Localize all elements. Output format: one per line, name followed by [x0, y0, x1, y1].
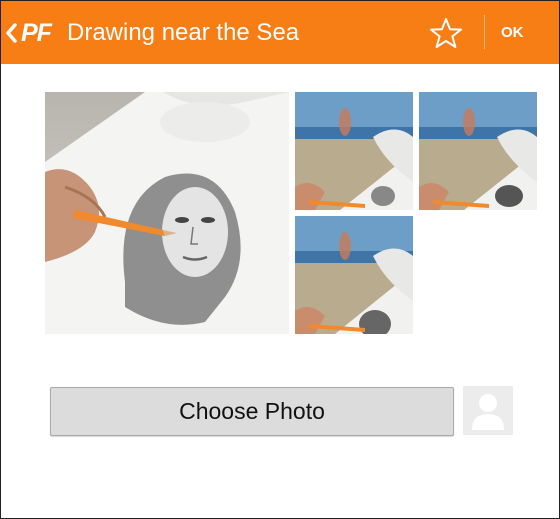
preview-beach-1[interactable] [295, 92, 413, 210]
app-window: PF Drawing near the Sea OK Choose Photo [0, 0, 560, 519]
preview-main[interactable] [45, 92, 289, 334]
page-title: Drawing near the Sea [67, 19, 300, 46]
app-logo: PF [21, 19, 52, 47]
choose-photo-button[interactable]: Choose Photo [50, 387, 454, 436]
chevron-left-icon[interactable] [4, 21, 18, 45]
appbar-divider [484, 15, 485, 49]
ok-button[interactable]: OK [501, 23, 524, 43]
preview-beach-2[interactable] [419, 92, 537, 210]
person-placeholder-icon[interactable] [463, 386, 513, 435]
star-icon[interactable] [429, 16, 463, 50]
preview-beach-3[interactable] [295, 216, 413, 334]
app-bar: PF Drawing near the Sea OK [1, 1, 559, 64]
